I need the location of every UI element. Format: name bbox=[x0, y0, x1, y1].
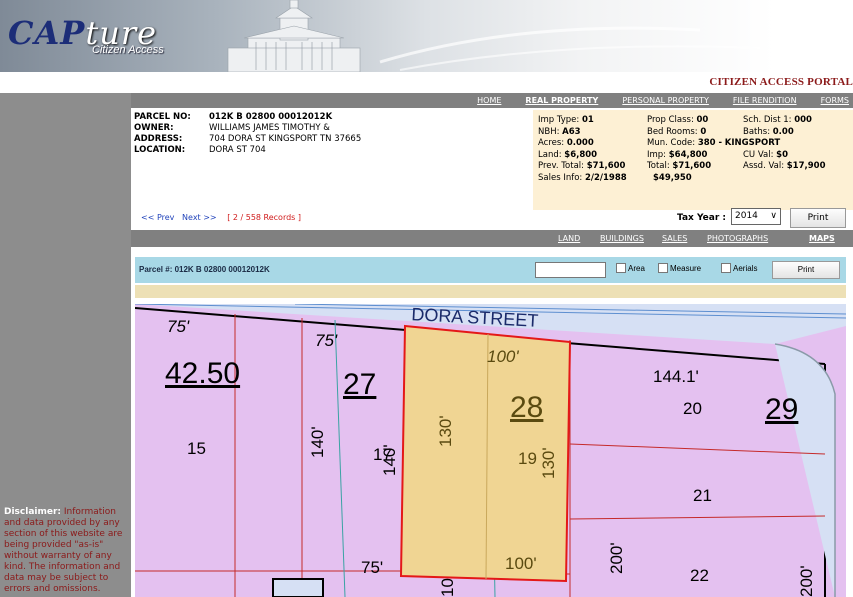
bed-rooms: Bed Rooms: 0 bbox=[647, 126, 707, 137]
measure-checkbox-box[interactable] bbox=[658, 263, 668, 273]
dimension-label: 10 bbox=[438, 578, 457, 597]
map-status-strip bbox=[135, 285, 846, 298]
map-search-input[interactable] bbox=[535, 262, 606, 278]
imp-type: Imp Type: 01 bbox=[538, 115, 594, 125]
acres: Acres: 0.000 bbox=[538, 138, 594, 148]
sch-dist: Sch. Dist 1: 000 bbox=[743, 115, 812, 125]
map-toolbar: Parcel #: 012K B 02800 00012012K Area Me… bbox=[135, 257, 846, 283]
dimension-label: 75' bbox=[361, 558, 383, 577]
aerials-checkbox[interactable]: Aerials bbox=[721, 263, 757, 273]
next-link[interactable]: Next >> bbox=[182, 213, 217, 222]
tab-land[interactable]: LAND bbox=[558, 230, 580, 247]
baths: Baths: 0.00 bbox=[743, 126, 794, 137]
lot-number-15: 15 bbox=[187, 439, 206, 458]
dimension-label: 75' bbox=[167, 317, 190, 336]
left-sidebar: Disclaimer: Information and data provide… bbox=[0, 93, 131, 597]
sales-price: $49,950 bbox=[653, 172, 692, 183]
dimension-label: 100' bbox=[505, 554, 537, 573]
aerials-checkbox-box[interactable] bbox=[721, 263, 731, 273]
prev-link[interactable]: << Prev bbox=[141, 213, 174, 222]
area-checkbox[interactable]: Area bbox=[616, 263, 645, 273]
address-label: ADDRESS: bbox=[134, 134, 183, 144]
portal-title: CITIZEN ACCESS PORTAL bbox=[709, 76, 853, 88]
lot-number-19: 19 bbox=[518, 449, 537, 468]
dimension-label: 100' bbox=[487, 347, 519, 366]
disclaimer-title: Disclaimer: bbox=[4, 507, 62, 517]
dimension-label: 140' bbox=[380, 444, 399, 476]
lot-number-21: 21 bbox=[693, 486, 712, 505]
map-parcel-label: Parcel #: 012K B 02800 00012012K bbox=[139, 265, 270, 274]
nbh: NBH: A63 bbox=[538, 126, 581, 137]
sales-info: Sales Info: 2/2/1988 bbox=[538, 172, 627, 183]
nav-forms[interactable]: FORMS bbox=[821, 93, 849, 108]
dimension-label: 75' bbox=[315, 331, 338, 350]
lot-number-22: 22 bbox=[690, 566, 709, 585]
tax-year-select[interactable]: 2014 ∨ bbox=[731, 208, 781, 225]
dimension-label: 200' bbox=[607, 542, 626, 574]
land-value: Land: $6,800 bbox=[538, 149, 598, 160]
lot-number-42-50: 42.50 bbox=[165, 357, 240, 390]
parcel-map[interactable]: DORA STREET 42.50 27 28 29 15 17 19 20 2… bbox=[135, 304, 846, 597]
dimension-label: 144.1' bbox=[653, 367, 699, 386]
nav-home[interactable]: HOME bbox=[477, 93, 501, 108]
total-value: Total: $71,600 bbox=[647, 161, 712, 171]
top-nav: HOME REAL PROPERTY PERSONAL PROPERTY FIL… bbox=[131, 93, 853, 108]
location-value: DORA ST 704 bbox=[209, 145, 266, 155]
parcel-no-label: PARCEL NO: bbox=[134, 112, 191, 122]
print-button[interactable]: Print bbox=[790, 208, 846, 228]
dimension-label: 130' bbox=[539, 447, 558, 479]
sub-nav: LAND BUILDINGS SALES PHOTOGRAPHS MAPS bbox=[131, 230, 853, 247]
building-footprint bbox=[272, 578, 324, 597]
location-label: LOCATION: bbox=[134, 145, 186, 155]
imp-value: Imp: $64,800 bbox=[647, 149, 708, 160]
assessed-value: Assd. Val: $17,900 bbox=[743, 161, 826, 171]
nav-file-rendition[interactable]: FILE RENDITION bbox=[733, 93, 797, 108]
tab-sales[interactable]: SALES bbox=[662, 230, 687, 247]
disclaimer: Disclaimer: Information and data provide… bbox=[4, 507, 128, 595]
property-stats-panel: Imp Type: 01 Prop Class: 00 Sch. Dist 1:… bbox=[533, 110, 853, 210]
lot-number-28: 28 bbox=[510, 391, 543, 424]
prev-total: Prev. Total: $71,600 bbox=[538, 161, 626, 171]
header-banner: CAPture Citizen Access CITIZEN ACCESS PO… bbox=[0, 0, 853, 88]
dimension-label: 140' bbox=[308, 426, 327, 458]
cu-value: CU Val: $0 bbox=[743, 149, 788, 160]
dimension-label: 200' bbox=[797, 565, 816, 597]
owner-label: OWNER: bbox=[134, 123, 174, 133]
tab-photographs[interactable]: PHOTOGRAPHS bbox=[707, 230, 768, 247]
parcel-map-canvas[interactable]: DORA STREET 42.50 27 28 29 15 17 19 20 2… bbox=[135, 304, 846, 597]
disclaimer-text: Information and data provided by any sec… bbox=[4, 507, 123, 594]
lot-number-29: 29 bbox=[765, 393, 798, 426]
mun-code: Mun. Code: 380 - KINGSPORT bbox=[647, 138, 781, 148]
tax-year-label: Tax Year : bbox=[677, 213, 727, 223]
record-count: [ 2 / 558 Records ] bbox=[227, 213, 302, 222]
tab-maps[interactable]: MAPS bbox=[809, 230, 835, 247]
nav-real-property[interactable]: REAL PROPERTY bbox=[525, 93, 598, 108]
owner-value: WILLIAMS JAMES TIMOTHY & bbox=[209, 123, 330, 133]
lot-number-20: 20 bbox=[683, 399, 702, 418]
record-navigation: << Prev Next >> [ 2 / 558 Records ] bbox=[141, 213, 301, 222]
parcel-no-value: 012K B 02800 00012012K bbox=[209, 112, 333, 122]
dimension-label: 130' bbox=[436, 415, 455, 447]
map-print-button[interactable]: Print bbox=[772, 261, 840, 279]
parcel-info: PARCEL NO: 012K B 02800 00012012K OWNER: W… bbox=[134, 112, 529, 156]
nav-personal-property[interactable]: PERSONAL PROPERTY bbox=[622, 93, 709, 108]
lot-number-27: 27 bbox=[343, 368, 376, 401]
logo-subtitle: Citizen Access bbox=[92, 44, 164, 56]
tab-buildings[interactable]: BUILDINGS bbox=[600, 230, 644, 247]
area-checkbox-box[interactable] bbox=[616, 263, 626, 273]
address-value: 704 DORA ST KINGSPORT TN 37665 bbox=[209, 134, 362, 144]
chevron-down-icon: ∨ bbox=[770, 211, 777, 221]
measure-checkbox[interactable]: Measure bbox=[658, 263, 701, 273]
prop-class: Prop Class: 00 bbox=[647, 115, 709, 125]
